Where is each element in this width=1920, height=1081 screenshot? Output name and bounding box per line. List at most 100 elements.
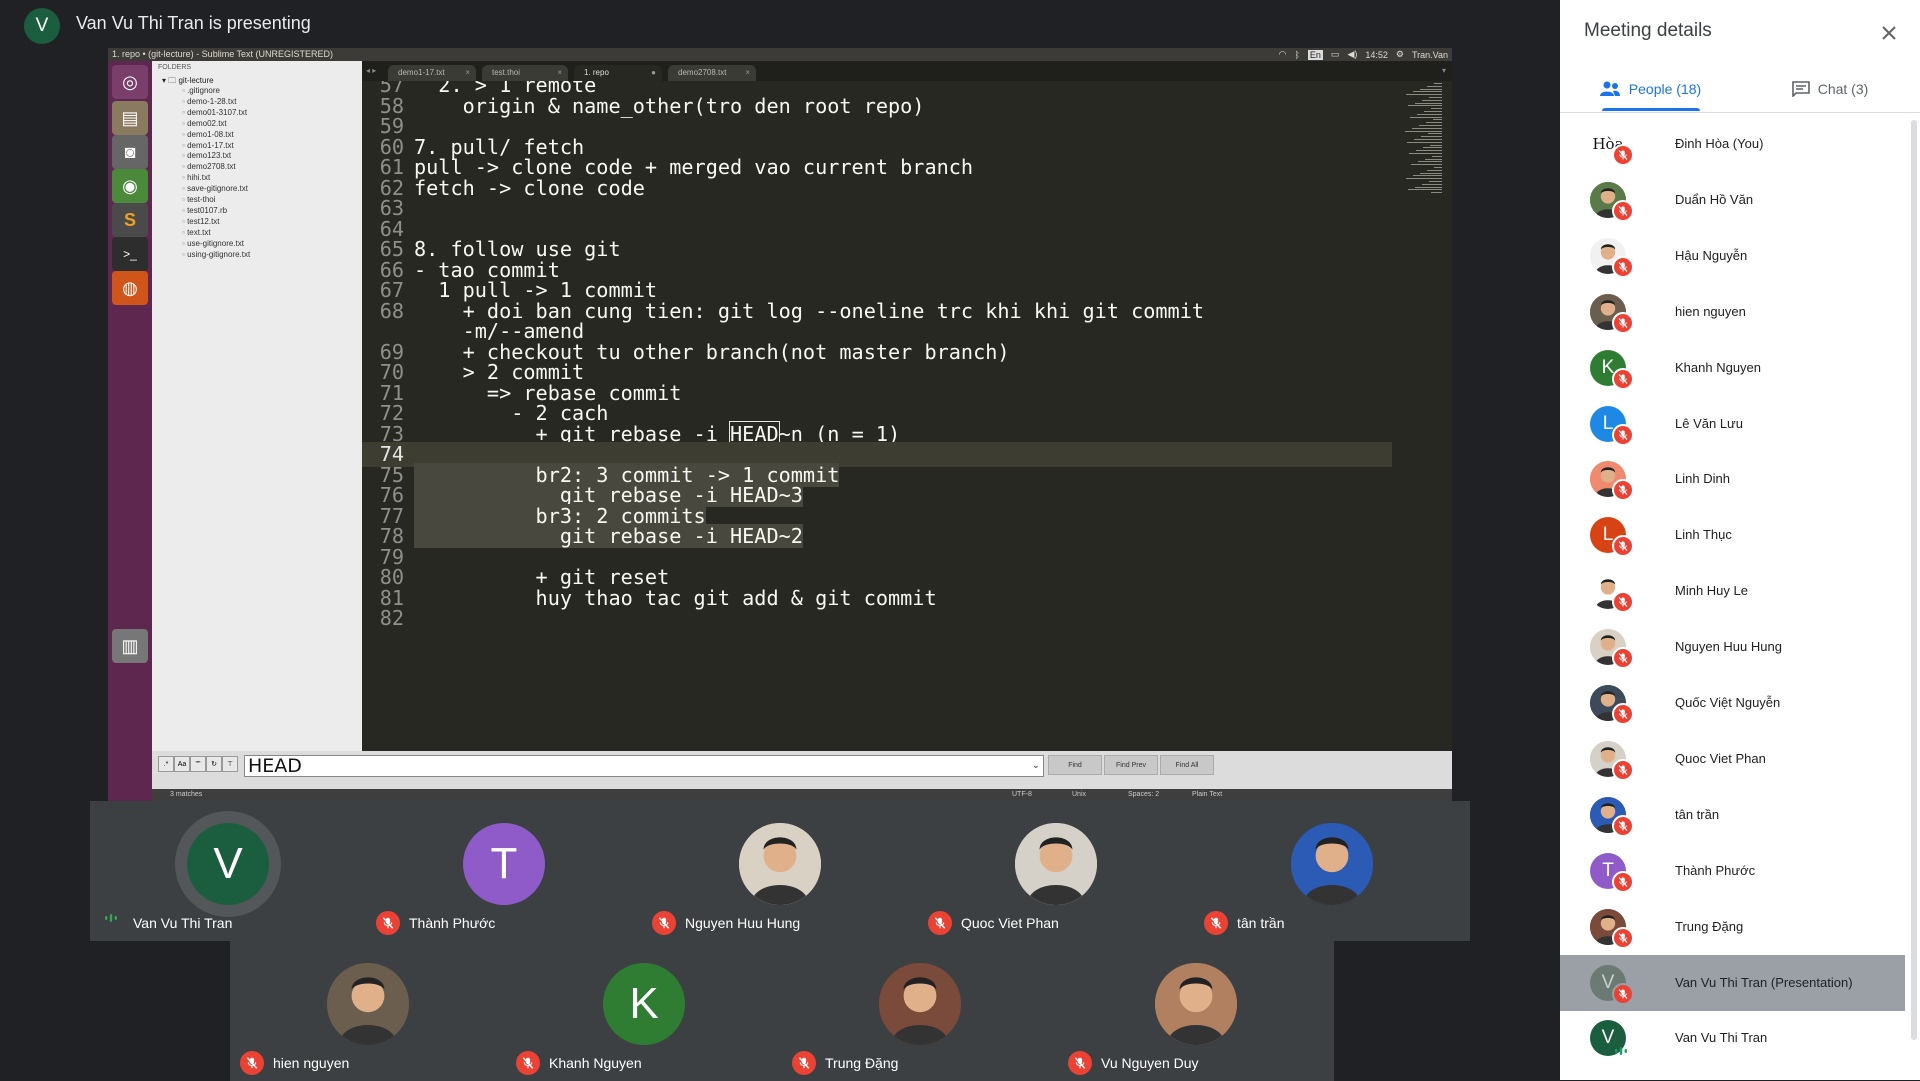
participant-row[interactable]: Quốc Việt Nguyễn <box>1560 675 1905 731</box>
sidebar-file-item[interactable]: hihi.txt <box>182 173 210 182</box>
match-count: 3 matches <box>170 791 203 798</box>
mic-off-icon <box>1612 814 1634 837</box>
participant-row[interactable]: Hòa Đinh Hòa (You) <box>1560 116 1905 172</box>
sidebar-file-item[interactable]: text.txt <box>182 228 211 237</box>
tab-nav-arrows[interactable]: ◂ ▸ <box>366 66 376 75</box>
sidebar-file-item[interactable]: demo1-08.txt <box>182 130 234 139</box>
ubuntu-dash-icon[interactable]: ◎ <box>112 65 148 99</box>
minimap-line <box>1428 133 1442 135</box>
tab-demo1-17[interactable]: demo1-17.txt × <box>388 65 476 81</box>
code-editor[interactable]: ◂ ▸ demo1-17.txt × test.thoi × 1. repo ● de… <box>362 61 1452 751</box>
participant-row[interactable]: Nguyen Huu Hung <box>1560 619 1905 675</box>
chevron-down-icon[interactable]: ⌄ <box>1032 756 1040 776</box>
participant-avatar <box>879 963 961 1045</box>
participant-tile[interactable]: V Van Vu Thi Tran <box>90 801 366 941</box>
participant-tile[interactable]: Vu Nguyen Duy <box>1058 941 1334 1081</box>
participant-row[interactable]: Linh Dinh <box>1560 451 1905 507</box>
participant-row[interactable]: hien nguyen <box>1560 284 1905 340</box>
sidebar-file-item[interactable]: demo123.txt <box>182 151 231 160</box>
sidebar-file-item[interactable]: test0107.rb <box>182 206 227 215</box>
sidebar-file-item[interactable]: test12.txt <box>182 217 219 226</box>
encoding-status[interactable]: UTF-8 <box>1012 791 1032 798</box>
wrap-toggle[interactable]: ↻ <box>206 756 222 772</box>
people-list: Hòa Đinh Hòa (You) Duẩn Hồ Văn Hậu Nguyễn hi… <box>1560 116 1920 1080</box>
minimap-line <box>1406 94 1442 96</box>
mic-off-icon <box>240 1051 264 1075</box>
minimap-line <box>1415 186 1442 188</box>
find-input[interactable]: HEAD ⌄ <box>244 755 1044 777</box>
camera-icon[interactable]: ◙ <box>112 135 148 169</box>
sublime-icon[interactable]: S <box>112 203 148 237</box>
participant-tile[interactable]: K Khanh Nguyen <box>506 941 782 1081</box>
sidebar-file-item[interactable]: save-gitignore.txt <box>182 184 248 193</box>
minimap-line <box>1410 116 1442 118</box>
find-all-button[interactable]: Find All <box>1160 755 1214 775</box>
sidebar-file-item[interactable]: .gitignore <box>182 86 220 95</box>
participant-tile[interactable]: T Thành Phước <box>366 801 642 941</box>
tab-demo2708[interactable]: demo2708.txt × <box>668 65 756 81</box>
participant-row[interactable]: Minh Huy Le <box>1560 563 1905 619</box>
mic-off-icon <box>1612 703 1634 725</box>
tab-repo[interactable]: 1. repo ● <box>574 65 662 81</box>
find-button[interactable]: Find <box>1048 755 1102 775</box>
indent-status[interactable]: Spaces: 2 <box>1128 791 1159 798</box>
minimap-line <box>1412 127 1442 129</box>
participant-row[interactable]: Hậu Nguyễn <box>1560 228 1905 284</box>
terminal-icon[interactable]: >_ <box>112 237 148 271</box>
participant-name: hien nguyen <box>273 1055 350 1071</box>
people-scrollbar[interactable] <box>1911 120 1917 1040</box>
participant-row[interactable]: T Thành Phước <box>1560 843 1905 899</box>
tab-chat[interactable]: Chat (3) <box>1740 66 1920 112</box>
sidebar-file-item[interactable]: demo2708.txt <box>182 162 235 171</box>
participant-tile[interactable]: Quoc Viet Phan <box>918 801 1194 941</box>
in-selection-toggle[interactable]: ⊤ <box>222 756 238 772</box>
syntax-status[interactable]: Plain Text <box>1192 791 1222 798</box>
participant-row[interactable]: Trung Đặng <box>1560 899 1905 955</box>
tab-test-thoi[interactable]: test.thoi × <box>482 65 568 81</box>
participant-row[interactable]: L Lê Văn Lưu <box>1560 396 1905 452</box>
files-icon[interactable]: ▤ <box>112 101 148 135</box>
close-icon[interactable]: × <box>745 68 750 77</box>
close-icon[interactable]: × <box>557 68 562 77</box>
minimap-line <box>1431 108 1442 110</box>
sidebar-file-item[interactable]: use-gitignore.txt <box>182 239 244 248</box>
sidebar-file-item[interactable]: demo02.txt <box>182 119 227 128</box>
participant-row[interactable]: L Linh Thục <box>1560 507 1905 563</box>
tab-people[interactable]: People (18) <box>1560 66 1740 112</box>
sidebar-file-item[interactable]: using-gitignore.txt <box>182 250 250 259</box>
code-area[interactable]: 57 2. > 1 remote 58 origin & name_other(t… <box>362 81 1392 751</box>
participant-row[interactable]: Quoc Viet Phan <box>1560 731 1905 787</box>
tab-dropdown-icon[interactable]: ▾ <box>1442 66 1446 75</box>
participant-tile[interactable]: tân trần <box>1194 801 1470 941</box>
sidebar-file-item[interactable]: demo-1-28.txt <box>182 97 236 106</box>
close-icon[interactable]: × <box>465 68 470 77</box>
close-button[interactable] <box>1874 18 1904 48</box>
sidebar-file-item[interactable]: test-thoi <box>182 195 215 204</box>
participant-row[interactable]: tân trần <box>1560 787 1905 843</box>
participant-row[interactable]: K Khanh Nguyen <box>1560 340 1905 396</box>
participant-name: Quoc Viet Phan <box>1675 750 1766 766</box>
find-prev-button[interactable]: Find Prev <box>1104 755 1158 775</box>
participant-row[interactable]: Duẩn Hồ Văn <box>1560 172 1905 228</box>
meeting-details-panel: Meeting details People (18) Chat (3) Hòa… <box>1560 0 1920 1080</box>
minimap-line <box>1425 158 1442 160</box>
trash-icon[interactable]: ▥ <box>112 629 148 663</box>
case-toggle[interactable]: Aa <box>174 756 190 772</box>
participant-row[interactable]: V Van Vu Thi Tran <box>1560 1010 1905 1066</box>
dirty-icon[interactable]: ● <box>651 68 656 77</box>
participant-tile[interactable]: Nguyen Huu Hung <box>642 801 918 941</box>
participant-row[interactable]: V Van Vu Thi Tran (Presentation) <box>1560 954 1905 1011</box>
firefox-icon[interactable]: ◍ <box>112 271 148 305</box>
participant-tile[interactable]: hien nguyen <box>230 941 506 1081</box>
sidebar-file-item[interactable]: demo1-17.txt <box>182 141 234 150</box>
minimap[interactable] <box>1400 83 1448 203</box>
chrome-icon[interactable]: ◉ <box>112 169 148 203</box>
participant-tile[interactable]: Trung Đặng <box>782 941 1058 1081</box>
whole-word-toggle[interactable]: "" <box>190 756 206 772</box>
code-line[interactable]: 82 <box>362 606 1392 631</box>
line-endings-status[interactable]: Unix <box>1072 791 1086 798</box>
minimap-line <box>1407 141 1442 143</box>
regex-toggle[interactable]: .* <box>158 756 174 772</box>
sidebar-file-item[interactable]: demo01-3107.txt <box>182 108 247 117</box>
shared-screen: 1. repo • (git-lecture) - Sublime Text (… <box>108 48 1452 801</box>
